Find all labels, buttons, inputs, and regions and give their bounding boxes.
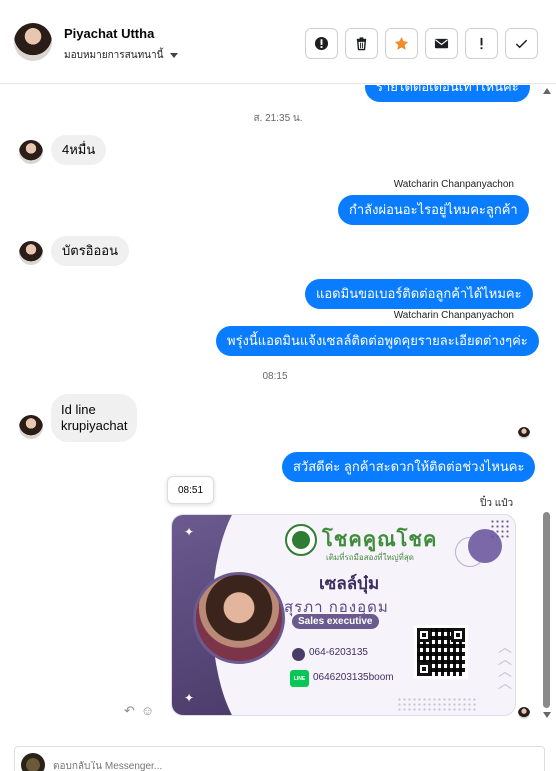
line-app-icon: LINE [290,670,309,687]
check-icon [515,39,528,49]
message-outgoing[interactable]: กำลังผ่อนอะไรอยู่ไหมคะลูกค้า [338,195,529,225]
business-card-image[interactable]: ✦ ✦ โชคคูณโชค เติมที่รถมือสองที่ใหญ่ที่ส… [171,514,516,716]
sender-name: Watcharin Chanpanyachon [393,310,514,321]
spam-button[interactable] [305,28,338,59]
qr-code [414,625,468,679]
follow-up-button[interactable] [465,28,498,59]
sparkle-icon: ✦ [184,525,195,539]
mark-done-button[interactable] [505,28,538,59]
message-outgoing[interactable]: รายได้ต่อเดือนเท่าไหนคะ [365,85,530,102]
scroll-down-arrow-icon[interactable] [543,712,551,718]
page-avatar [21,753,45,771]
sales-line-id: 0646203135boom [313,672,394,683]
sales-phone: 064-6203135 [309,647,368,658]
sales-nickname: เซลล์บุ๋ม [319,574,380,593]
sender-name: Watcharin Chanpanyachon [393,179,514,190]
contact-avatar [19,415,43,439]
seen-by-label: ปิ๋ว แป๋ว [480,498,514,509]
brand-logo-icon [285,524,317,556]
emoji-react-icon[interactable]: ☺ [141,703,154,719]
alert-circle-icon [314,36,329,51]
sales-photo [193,572,285,664]
mark-unread-button[interactable] [425,28,458,59]
message-thread: รายได้ต่อเดือนเท่าไหนคะ ส. 21:35 น. 4หมื… [0,85,556,725]
timestamp: ส. 21:35 น. [253,113,303,124]
timestamp: 08:15 [262,371,288,382]
message-line: Id line [61,402,96,417]
reply-icon[interactable]: ↶ [124,703,135,719]
message-incoming[interactable]: บัตรอิออน [51,236,129,266]
star-icon [394,36,409,50]
chevron-decoration-icon: ︿ ︿ ︿ ︿ [498,639,512,691]
sparkle-icon: ✦ [184,691,195,705]
reply-composer [14,746,545,771]
scrollbar-thumb[interactable] [543,512,550,708]
message-outgoing[interactable]: สวัสดีค่ะ ลูกค้าสะดวกให้ติดต่อช่วงไหนคะ [282,452,536,482]
message-outgoing[interactable]: พรุ่งนี้แอดมินแจ้งเซลล์ติดต่อพูดคุยรายละ… [216,326,539,356]
contact-name[interactable]: Piyachat Uttha [64,26,154,41]
envelope-icon [434,38,449,49]
trash-icon [356,37,367,51]
scroll-up-arrow-icon[interactable] [543,88,551,94]
conversation-header: Piyachat Uttha มอบหมายการสนทนานี้ [0,0,556,84]
message-incoming[interactable]: 4หมื่น [51,135,107,165]
message-actions: ↶ ☺ [124,703,154,719]
reply-input[interactable] [53,761,353,771]
assign-conversation-dropdown[interactable]: มอบหมายการสนทนานี้ [64,48,179,63]
delete-button[interactable] [345,28,378,59]
message-incoming[interactable]: Id line krupiyachat [51,394,138,442]
header-actions [305,28,538,59]
assign-label: มอบหมายการสนทนานี้ [64,50,164,61]
read-receipt-avatar [518,427,530,439]
contact-avatar [19,140,43,164]
contact-avatar [19,241,43,265]
caret-down-icon [170,53,179,58]
message-line: krupiyachat [61,418,128,433]
exclamation-icon [480,37,483,50]
contact-avatar[interactable] [14,23,52,61]
phone-icon [292,648,305,661]
read-receipt-avatar [518,707,530,719]
sales-title: Sales executive [292,614,379,629]
time-tooltip: 08:51 [167,476,214,504]
star-button[interactable] [385,28,418,59]
brand-tagline: เติมที่รถมือสองที่ใหญ่ที่สุด [326,553,414,562]
message-outgoing[interactable]: แอดมินขอเบอร์ติดต่อลูกค้าได้ไหมคะ [305,279,533,309]
decorative-dots [490,519,510,539]
